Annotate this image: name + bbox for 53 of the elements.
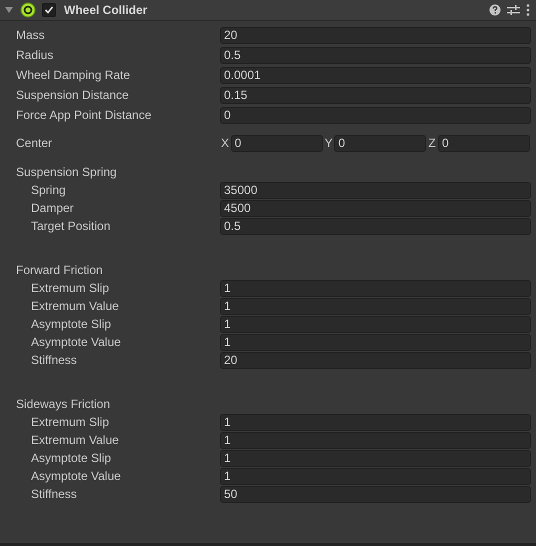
component-title: Wheel Collider [64, 3, 148, 17]
field-label: Wheel Damping Rate [15, 68, 132, 82]
value-field[interactable]: 1 [220, 298, 531, 314]
field-label: Asymptote Slip [30, 451, 112, 465]
value-field[interactable]: 0.5 [220, 218, 531, 234]
value-field[interactable]: 1 [220, 414, 531, 430]
field-label: Stiffness [30, 353, 78, 367]
field-label: Asymptote Slip [30, 317, 112, 331]
axis-label: Y [324, 136, 334, 150]
field-label: Extremum Value [30, 433, 120, 447]
value-field[interactable]: 35000 [220, 182, 531, 198]
value-field[interactable]: 20 [220, 26, 531, 44]
value-field[interactable]: 20 [220, 352, 531, 368]
value-field[interactable]: 50 [220, 486, 531, 502]
value-field[interactable]: 0.5 [220, 46, 531, 64]
value-field[interactable]: 1 [220, 280, 531, 296]
group-title: Forward Friction [15, 262, 104, 279]
field-label: Force App Point Distance [15, 108, 152, 122]
value-field[interactable]: 1 [220, 432, 531, 448]
field-label: Target Position [30, 219, 112, 233]
value-field[interactable]: 1 [220, 450, 531, 466]
field-label: Extremum Slip [30, 281, 110, 295]
value-field[interactable]: 0 [230, 134, 323, 152]
field-label: Center [15, 136, 54, 150]
value-field[interactable]: 0 [438, 134, 530, 152]
field-label: Asymptote Value [30, 335, 122, 349]
field-label: Mass [15, 28, 46, 42]
axis-label: X [220, 136, 230, 150]
field-label: Damper [30, 201, 75, 215]
collider-icon [20, 2, 36, 18]
value-field[interactable]: 4500 [220, 200, 531, 216]
group-title: Sideways Friction [15, 396, 112, 413]
field-label: Spring [30, 183, 67, 197]
axis-label: Z [427, 136, 437, 150]
value-field[interactable]: 0.15 [220, 86, 531, 104]
value-field[interactable]: 1 [220, 316, 531, 332]
enable-checkbox[interactable] [42, 3, 56, 17]
value-field[interactable]: 0 [334, 134, 426, 152]
field-label: Asymptote Value [30, 469, 122, 483]
field-label: Stiffness [30, 487, 78, 501]
value-field[interactable]: 1 [220, 334, 531, 350]
presets-icon[interactable] [507, 4, 520, 16]
field-label: Radius [15, 48, 54, 62]
field-label: Extremum Value [30, 299, 120, 313]
value-field[interactable]: 0.0001 [220, 66, 531, 84]
foldout-arrow-icon[interactable] [4, 5, 14, 15]
value-field[interactable]: 0 [220, 106, 531, 124]
more-options-icon[interactable] [526, 4, 530, 16]
help-icon[interactable] [489, 4, 501, 16]
group-title: Suspension Spring [15, 164, 118, 181]
field-label: Suspension Distance [15, 88, 130, 102]
field-label: Extremum Slip [30, 415, 110, 429]
value-field[interactable]: 1 [220, 468, 531, 484]
